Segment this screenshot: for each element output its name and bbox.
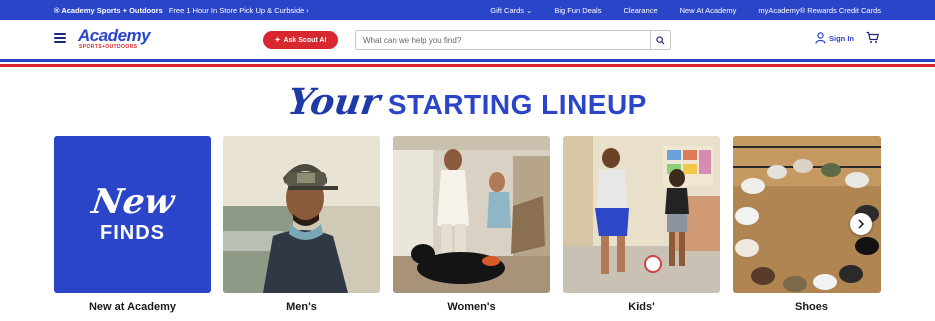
promo-left: ® Academy Sports + Outdoors Free 1 Hour … xyxy=(54,0,309,20)
section-heading: Your STARTING LINEUP xyxy=(0,81,935,123)
category-label: Kids' xyxy=(628,301,655,313)
category-label: Women's xyxy=(447,301,496,313)
category-card-new-at-academy[interactable]: New FINDS New at Academy xyxy=(54,136,211,321)
kids-photo xyxy=(563,136,720,293)
category-label: New at Academy xyxy=(88,301,177,313)
heading-bold: STARTING LINEUP xyxy=(387,89,647,120)
carousel-next-button[interactable] xyxy=(850,213,872,235)
search-bar xyxy=(355,30,671,50)
logo-tagline: SPORTS+OUTDOORS xyxy=(79,44,138,50)
category-card-womens[interactable]: Women's xyxy=(393,136,550,321)
promo-pickup-link[interactable]: Free 1 Hour In Store Pick Up & Curbside › xyxy=(169,6,309,15)
header-stripe-red xyxy=(0,64,935,67)
category-card-mens[interactable]: Men's xyxy=(223,136,380,321)
logo-wordmark: Academy xyxy=(78,26,151,45)
new-finds-script: New xyxy=(88,182,177,222)
clearance-link[interactable]: Clearance xyxy=(623,6,657,15)
menu-icon[interactable] xyxy=(54,33,66,43)
header-stripe-blue xyxy=(0,59,935,62)
chevron-right-icon: › xyxy=(306,5,309,15)
ask-scout-ai-button[interactable]: ✦ Ask Scout AI xyxy=(263,31,338,49)
promo-bar: ® Academy Sports + Outdoors Free 1 Hour … xyxy=(0,0,935,20)
chevron-right-icon xyxy=(858,219,865,229)
heading-script: Your xyxy=(285,81,383,123)
chevron-down-icon: ⌄ xyxy=(526,5,533,15)
search-icon xyxy=(656,35,665,45)
search-button[interactable] xyxy=(650,31,670,49)
cart-icon xyxy=(866,31,879,43)
academy-logo[interactable]: Academy SPORTS+OUTDOORS xyxy=(78,27,168,53)
promo-brand: ® Academy Sports + Outdoors xyxy=(54,5,163,15)
search-input[interactable] xyxy=(356,31,650,49)
category-carousel: New FINDS New at Academy Men's Women's K… xyxy=(54,136,881,321)
category-label: Men's xyxy=(286,301,317,313)
category-card-kids[interactable]: Kids' xyxy=(563,136,720,321)
utility-links: Gift Cards ⌄ Big Fun Deals Clearance New … xyxy=(490,0,881,20)
big-fun-deals-link[interactable]: Big Fun Deals xyxy=(554,6,601,15)
new-finds-tile: New FINDS xyxy=(54,136,211,293)
sign-in-link[interactable]: Sign In xyxy=(815,32,854,44)
womens-photo xyxy=(393,136,550,293)
site-header: Academy SPORTS+OUTDOORS ✦ Ask Scout AI S… xyxy=(0,20,935,58)
new-at-academy-link[interactable]: New At Academy xyxy=(680,6,737,15)
sparkle-icon: ✦ xyxy=(274,37,281,44)
category-label: Shoes xyxy=(794,301,828,313)
mens-photo xyxy=(223,136,380,293)
new-finds-bold: FINDS xyxy=(100,222,165,244)
gift-cards-link[interactable]: Gift Cards ⌄ xyxy=(490,6,532,15)
user-icon xyxy=(815,32,826,44)
rewards-credit-cards-link[interactable]: myAcademy® Rewards Credit Cards xyxy=(758,6,881,15)
cart-button[interactable] xyxy=(866,31,879,49)
